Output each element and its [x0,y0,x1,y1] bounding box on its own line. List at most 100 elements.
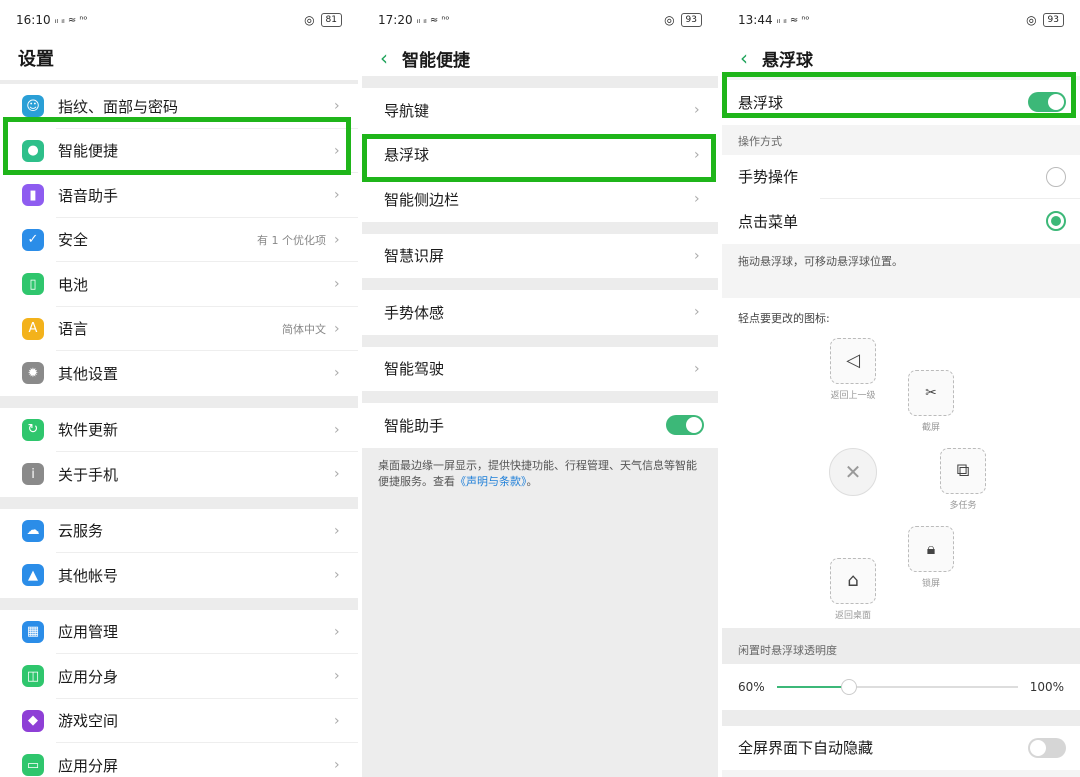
status-bar: 13:44 ᵢₗ ᵢₗ ≈ ⁿᵒ ◎ 93 [722,0,1080,40]
settings-item[interactable]: ☺ 指纹、面部与密码 › [0,84,358,129]
settings-item[interactable]: ✓ 安全 有 1 个优化项 › [0,217,358,262]
list-item-smart-assistant: 智能助手 [362,403,718,448]
smart-assist-panel: 17:20 ᵢₗ ᵢₗ ≈ ⁿᵒ ◎ 93 ‹ 智能便捷 导航键 › 悬浮球 › 智能… [362,0,718,777]
chevron-right-icon: › [334,712,340,729]
settings-item-label: 其他设置 [58,364,119,383]
battery-icon: 93 [1042,13,1064,27]
apps-grid-icon: ▦ [22,620,44,643]
fingerprint-icon: ☺ [22,95,44,118]
settings-item-label: 软件更新 [58,421,119,440]
slider-thumb[interactable] [840,678,857,695]
chevron-right-icon: › [334,320,340,337]
chevron-right-icon: › [694,360,700,377]
lock-icon[interactable]: 🔒︎ [908,525,954,572]
radio-button-selected[interactable] [1046,211,1066,232]
settings-item[interactable]: ↻ 软件更新 › [0,407,358,452]
multitask-icon[interactable]: ⧉ [940,447,986,494]
mode-option-gesture[interactable]: 手势操作 [722,154,1080,199]
settings-item[interactable]: ▮ 语音助手 › [0,173,358,218]
settings-item[interactable]: ● 智能便捷 › [0,128,358,173]
settings-item-label: 应用分屏 [58,756,119,775]
radio-button[interactable] [1046,166,1066,187]
settings-item[interactable]: ▭ 应用分屏 › [0,743,358,777]
back-triangle-icon[interactable]: ◁ [830,337,876,384]
settings-group-3: ☁ 云服务 › ▲ 其他帐号 › [0,508,358,598]
drag-hint: 拖动悬浮球，可移动悬浮球位置。 [722,243,1080,298]
chevron-right-icon: › [334,522,340,539]
close-icon[interactable]: ✕ [829,447,877,496]
chevron-right-icon: › [694,247,700,264]
section-title: 操作方式 [722,124,1080,155]
lock-caption: 锁屏 [921,578,940,589]
chevron-right-icon: › [334,365,340,382]
settings-item-label: 语音助手 [58,186,119,205]
chevron-right-icon: › [694,146,700,163]
settings-item[interactable]: ☁ 云服务 › [0,508,358,553]
battery-icon: 93 [680,13,702,27]
smart-assistant-toggle[interactable] [666,415,704,436]
battery-icon: ▯ [22,273,44,296]
auto-hide-toggle[interactable] [1028,737,1066,758]
mode-option-menu[interactable]: 点击菜单 [722,199,1080,244]
page-title: 智能便捷 [402,50,470,71]
terms-link[interactable]: 《声明与条款》 [455,475,527,488]
floating-ball-toggle-row: 悬浮球 [722,80,1080,125]
list-item-screen-recognition[interactable]: 智慧识屏 › [362,233,718,278]
slider-track[interactable] [776,678,1018,695]
settings-item-label: 电池 [58,275,89,294]
chevron-right-icon: › [334,142,340,159]
settings-item[interactable]: ◆ 游戏空间 › [0,698,358,743]
list-item-smart-sidebar[interactable]: 智能侧边栏 › [362,177,718,222]
settings-item-label: 云服务 [58,522,104,541]
list-item-floating-ball[interactable]: 悬浮球 › [362,132,718,177]
settings-item-label: 安全 [58,231,89,250]
settings-item[interactable]: ◫ 应用分身 › [0,654,358,699]
page-title: 设置 [0,40,358,76]
transparency-slider[interactable]: 60% 100% [722,663,1080,710]
settings-item-label: 游戏空间 [58,712,119,731]
settings-item[interactable]: ▯ 电池 › [0,262,358,307]
game-cube-icon: ◆ [22,709,44,732]
chevron-right-icon: › [334,623,340,640]
screenshot-scissors-icon[interactable]: ✂ [908,369,954,416]
gear-icon: ✹ [22,362,44,385]
settings-item-label: 其他帐号 [58,566,119,585]
settings-item-hint: 有 1 个优化项 [257,233,326,247]
list-item-gestures[interactable]: 手势体感 › [362,290,718,335]
status-bar: 16:10 ᵢₗ ᵢₗ ≈ ⁿᵒ ◎ 81 [0,0,358,40]
info-icon: i [22,463,44,486]
settings-item-label: 关于手机 [58,465,119,484]
home-icon[interactable]: ⌂ [830,557,876,604]
chevron-right-icon: › [334,668,340,685]
back-arrow-icon[interactable]: ‹ [380,46,388,70]
split-screen-icon: ▭ [22,754,44,777]
settings-group-4: ▦ 应用管理 › ◫ 应用分身 › ◆ 游戏空间 › ▭ 应用分屏 › [0,609,358,777]
update-icon: ↻ [22,418,44,441]
floating-ball-toggle[interactable] [1028,92,1066,113]
signal-icon: ᵢₗ ᵢₗ ≈ ⁿᵒ [54,14,88,26]
multitask-caption: 多任务 [949,500,977,511]
home-caption: 返回桌面 [834,610,871,621]
settings-panel: 16:10 ᵢₗ ᵢₗ ≈ ⁿᵒ ◎ 81 设置 ☺ 指纹、面部与密码 › ● 智能便捷 ›… [0,0,358,777]
list-item-smart-driving[interactable]: 智能驾驶 › [362,346,718,391]
list-item-nav-keys[interactable]: 导航键 › [362,88,718,133]
settings-item[interactable]: i 关于手机 › [0,452,358,497]
settings-item[interactable]: ✹ 其他设置 › [0,351,358,396]
shield-icon: ✓ [22,228,44,251]
back-arrow-icon[interactable]: ‹ [740,46,748,70]
status-time: 13:44 [738,13,773,27]
chevron-right-icon: › [334,466,340,483]
status-bar: 17:20 ᵢₗ ᵢₗ ≈ ⁿᵒ ◎ 93 [362,0,718,40]
settings-item-label: 语言 [58,320,89,339]
settings-item[interactable]: A 语言 简体中文 › [0,306,358,351]
back-caption: 返回上一级 [830,390,876,401]
page-header: ‹ 悬浮球 [722,40,1080,76]
settings-item[interactable]: ▦ 应用管理 › [0,609,358,654]
microphone-icon: ▮ [22,184,44,207]
battery-icon: 81 [320,13,342,27]
auto-hide-row: 全屏界面下自动隐藏 [722,725,1080,770]
chevron-right-icon: › [694,191,700,208]
chevron-right-icon: › [334,98,340,115]
settings-item[interactable]: ▲ 其他帐号 › [0,553,358,598]
chevron-right-icon: › [334,276,340,293]
